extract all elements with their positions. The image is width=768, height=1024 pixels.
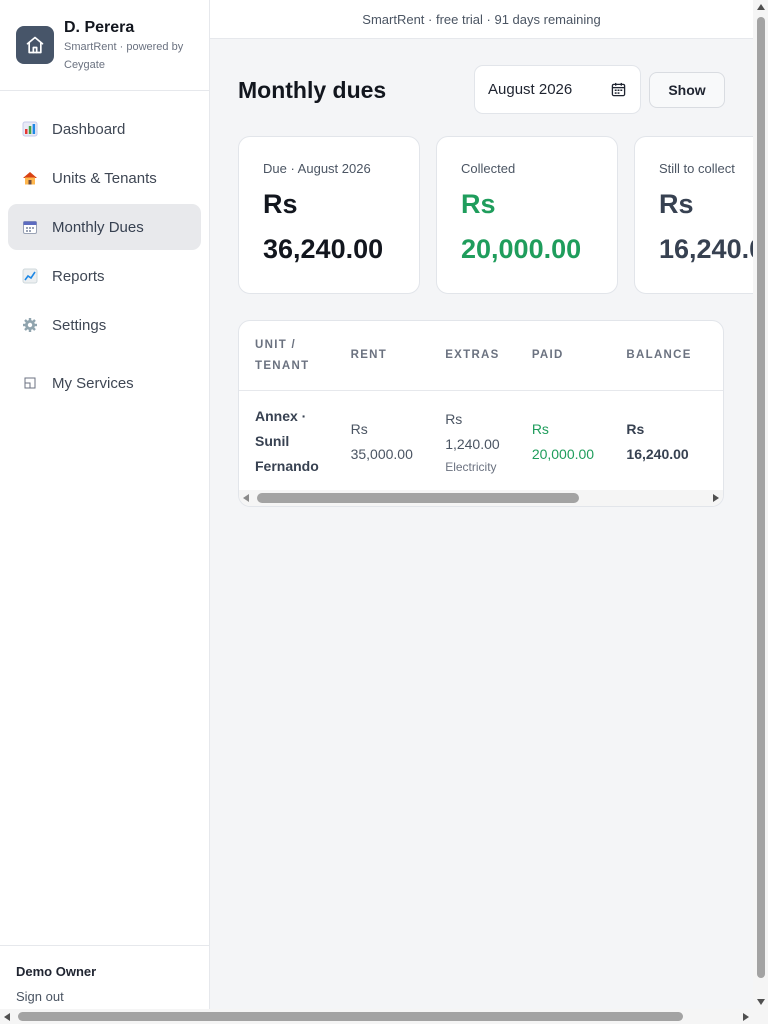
card-value: Rs 16,240.00 <box>659 182 753 272</box>
trial-banner: SmartRent · free trial · 91 days remaini… <box>210 0 753 39</box>
brand-header: D. Perera SmartRent · powered by Ceygate <box>0 0 209 91</box>
extras-note: Electricity <box>445 459 497 474</box>
card-label: Still to collect <box>659 161 735 176</box>
card-currency: Rs <box>263 189 298 219</box>
calendar-icon[interactable] <box>611 82 626 101</box>
sidebar-item-label: Monthly Dues <box>52 218 144 236</box>
scroll-right-icon[interactable] <box>743 1013 749 1021</box>
brand-subtitle: SmartRent · powered by Ceygate <box>64 41 184 71</box>
summary-cards: Due · August 2026 Rs 36,240.00 Collected… <box>238 136 753 294</box>
scroll-left-icon[interactable] <box>243 494 249 502</box>
sidebar: D. Perera SmartRent · powered by Ceygate… <box>0 0 210 1009</box>
paid-currency: Rs <box>531 420 549 437</box>
table-row[interactable]: Annex · Sunil Fernando Rs 35,000.00 Rs 1… <box>239 391 723 492</box>
tenant-last-name: Fernando <box>255 458 319 474</box>
table-header: UNIT / TENANT RENT EXTRAS PAID BALANCE <box>239 321 723 391</box>
scroll-right-icon[interactable] <box>713 494 719 502</box>
scroll-left-icon[interactable] <box>4 1013 10 1021</box>
sign-out-link[interactable]: Sign out <box>16 989 193 1004</box>
page-vertical-scrollbar[interactable] <box>753 0 768 1009</box>
card-label: Due · August 2026 <box>263 161 371 176</box>
rent-amount: 35,000.00 <box>350 445 413 462</box>
dues-table: UNIT / TENANT RENT EXTRAS PAID BALANCE A… <box>238 320 724 507</box>
card-currency: Rs <box>461 189 496 219</box>
column-header-rent: RENT <box>350 349 388 361</box>
paid-amount: 20,000.00 <box>531 445 595 462</box>
balance-currency: Rs <box>626 420 645 437</box>
calendar-icon <box>22 219 38 235</box>
sidebar-item-dashboard[interactable]: Dashboard <box>8 106 201 152</box>
user-name: Demo Owner <box>16 964 97 979</box>
sidebar-item-label: Units & Tenants <box>52 169 157 187</box>
gear-icon <box>22 317 38 333</box>
summary-card-collected: Collected Rs 20,000.00 <box>436 136 618 294</box>
card-amount: 36,240.00 <box>263 234 384 264</box>
month-picker[interactable]: August 2026 <box>474 65 641 114</box>
card-value: Rs 20,000.00 <box>461 182 617 272</box>
scrollbar-thumb[interactable] <box>757 17 765 978</box>
extras-currency: Rs <box>445 410 463 427</box>
rent-currency: Rs <box>350 420 368 437</box>
month-picker-value: August 2026 <box>488 81 573 98</box>
sidebar-item-label: My Services <box>52 374 134 392</box>
page-title: Monthly dues <box>238 77 387 103</box>
sidebar-item-label: Dashboard <box>52 120 126 138</box>
scroll-down-icon[interactable] <box>757 999 765 1005</box>
cell-extras: Rs 1,240.00 Electricity <box>445 407 532 477</box>
card-amount: 16,240.00 <box>659 234 753 264</box>
header-line: TENANT <box>255 359 310 372</box>
bar-chart-icon <box>22 121 38 137</box>
cell-rent: Rs 35,000.00 <box>351 417 446 467</box>
summary-card-still-to-collect: Still to collect Rs 16,240.00 <box>634 136 753 294</box>
house-icon <box>22 170 38 186</box>
scrollbar-thumb[interactable] <box>257 493 579 503</box>
sidebar-item-my-services[interactable]: My Services <box>8 360 201 406</box>
brand-name: D. Perera <box>64 19 135 36</box>
column-header-balance: BALANCE <box>626 349 692 361</box>
sidebar-footer: Demo Owner Sign out <box>0 945 209 1009</box>
column-header-unit-tenant: UNIT / TENANT <box>239 335 351 377</box>
sidebar-item-units-tenants[interactable]: Units & Tenants <box>8 155 201 201</box>
show-button[interactable]: Show <box>649 72 725 108</box>
scroll-up-icon[interactable] <box>757 4 765 10</box>
card-value: Rs 36,240.00 <box>263 182 419 272</box>
sidebar-item-settings[interactable]: Settings <box>8 302 201 348</box>
sidebar-item-monthly-dues[interactable]: Monthly Dues <box>8 204 201 250</box>
home-icon <box>16 26 54 64</box>
main-content: Monthly dues August 2026 Show Due · Augu… <box>210 39 753 1009</box>
column-header-extras: EXTRAS <box>445 349 500 361</box>
sidebar-item-reports[interactable]: Reports <box>8 253 201 299</box>
column-header-paid: PAID <box>531 349 564 361</box>
balance-amount: 16,240.00 <box>626 445 689 462</box>
card-currency: Rs <box>659 189 694 219</box>
cell-unit-tenant: Annex · Sunil Fernando <box>239 404 351 479</box>
services-icon <box>22 375 38 391</box>
line-chart-icon <box>22 268 38 284</box>
extras-amount: 1,240.00 <box>445 435 500 452</box>
table-horizontal-scrollbar[interactable] <box>239 490 723 506</box>
sidebar-nav: Dashboard Units & Tenants Monthly Dues R… <box>0 91 209 406</box>
card-label: Collected <box>461 161 516 176</box>
sidebar-item-label: Settings <box>52 316 107 334</box>
sidebar-item-label: Reports <box>52 267 105 285</box>
cell-paid: Rs 20,000.00 <box>532 417 627 467</box>
tenant-first-name: Sunil <box>255 433 290 449</box>
page-horizontal-scrollbar[interactable] <box>0 1009 768 1024</box>
cell-balance: Rs 16,240.00 <box>626 417 723 467</box>
summary-card-due: Due · August 2026 Rs 36,240.00 <box>238 136 420 294</box>
unit-name: Annex · <box>255 408 307 424</box>
card-amount: 20,000.00 <box>461 234 582 264</box>
scrollbar-thumb[interactable] <box>18 1012 683 1021</box>
header-line: UNIT / <box>255 338 297 351</box>
